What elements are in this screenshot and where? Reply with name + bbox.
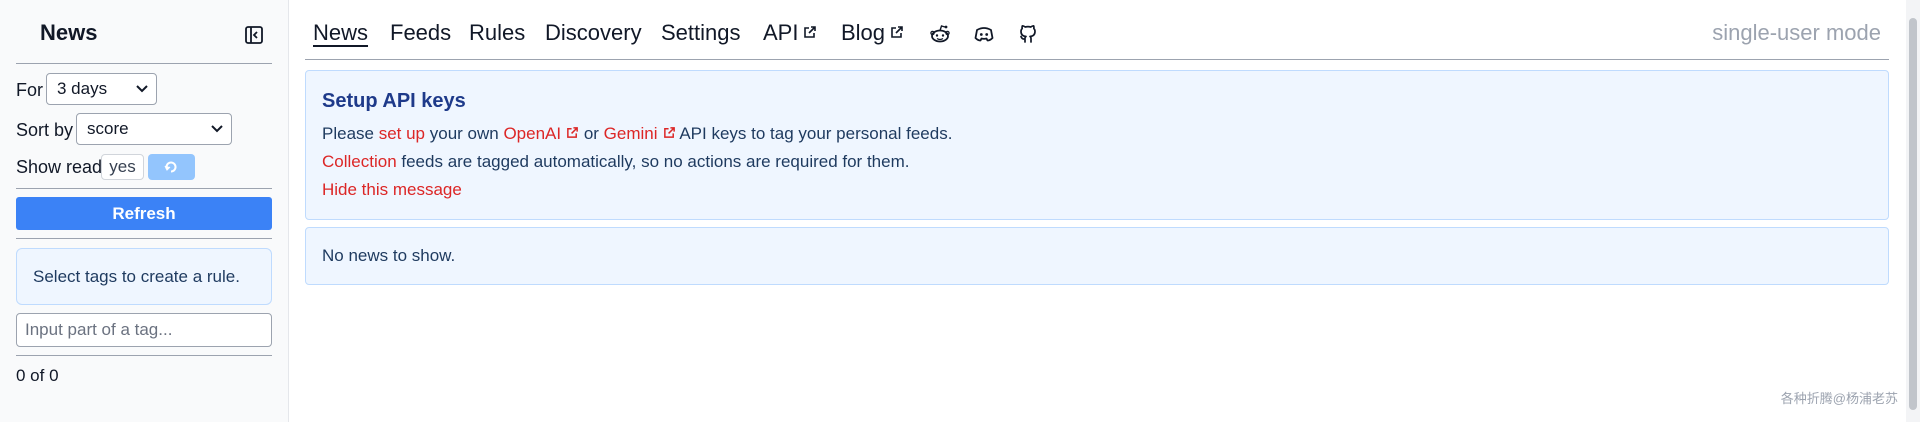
sidebar-header: News [16,20,272,50]
chevron-down-icon [136,85,148,93]
sidebar-collapse-icon[interactable] [244,25,264,45]
period-select-value: 3 days [57,79,108,98]
setup-title: Setup API keys [322,90,466,112]
for-label: For [16,80,43,100]
nav-feeds[interactable]: Feeds [390,20,451,46]
watermark: 各种折腾@杨浦老苏 [1780,391,1898,406]
nav-settings[interactable]: Settings [661,20,741,46]
nav-news[interactable]: News [313,20,368,46]
nav-api[interactable]: API [763,20,817,46]
empty-news-message: No news to show. [322,246,456,265]
period-select[interactable]: 3 days [46,73,157,105]
nav-discovery[interactable]: Discovery [545,20,642,46]
sort-select-value: score [87,119,129,138]
refresh-button[interactable]: Refresh [16,197,272,230]
github-icon[interactable] [1017,23,1039,45]
hide-message-link[interactable]: Hide this message [322,180,462,199]
external-link-icon [891,26,903,38]
sort-select[interactable]: score [76,113,232,145]
setup-api-keys-panel: Setup API keys Please set up your own Op… [305,70,1889,220]
undo-button[interactable] [148,154,195,180]
external-link-icon [567,127,578,138]
setup-text: or [579,124,604,143]
reddit-icon[interactable] [929,23,951,45]
setup-line-1: Please set up your own OpenAI or Gemini … [322,124,952,144]
setup-line-3: Hide this message [322,180,462,200]
rule-hint: Select tags to create a rule. [16,248,272,305]
nav-blog-label: Blog [841,20,886,45]
openai-link[interactable]: OpenAI [503,124,579,143]
divider [16,188,272,189]
gemini-link[interactable]: Gemini [604,124,676,143]
divider [16,355,272,356]
top-nav: News Feeds Rules Discovery Settings API … [305,0,1889,60]
divider [16,238,272,239]
setup-text: your own [425,124,504,143]
setup-text: API keys to tag your personal feeds. [675,124,953,143]
page-scrollbar[interactable] [1906,0,1920,422]
setup-link[interactable]: set up [379,124,425,143]
news-list-panel: No news to show. [305,227,1889,285]
chevron-down-icon [211,125,223,133]
setup-line-2: Collection feeds are tagged automaticall… [322,152,909,172]
setup-text: feeds are tagged automatically, so no ac… [396,152,910,171]
show-read-toggle[interactable]: yes [101,154,144,180]
nav-rules[interactable]: Rules [469,20,525,46]
scrollbar-thumb[interactable] [1909,18,1917,410]
collection-link[interactable]: Collection [322,152,397,171]
mode-indicator: single-user mode [1712,20,1881,45]
gemini-link-label: Gemini [603,124,658,143]
divider [16,63,272,64]
sidebar: News For 3 days Sort by score Show read … [0,0,289,422]
sort-label: Sort by [16,120,74,140]
external-link-icon [663,127,675,138]
tag-search-input[interactable] [16,313,272,347]
nav-api-label: API [763,20,799,45]
tag-count: 0 of 0 [16,366,59,385]
openai-link-label: OpenAI [503,124,562,143]
discord-icon[interactable] [973,23,995,45]
setup-text: Please [322,124,379,143]
nav-blog[interactable]: Blog [841,20,904,46]
undo-icon [164,161,177,173]
sidebar-title: News [40,20,98,45]
external-link-icon [804,26,817,38]
show-read-label: Show read [16,157,103,177]
